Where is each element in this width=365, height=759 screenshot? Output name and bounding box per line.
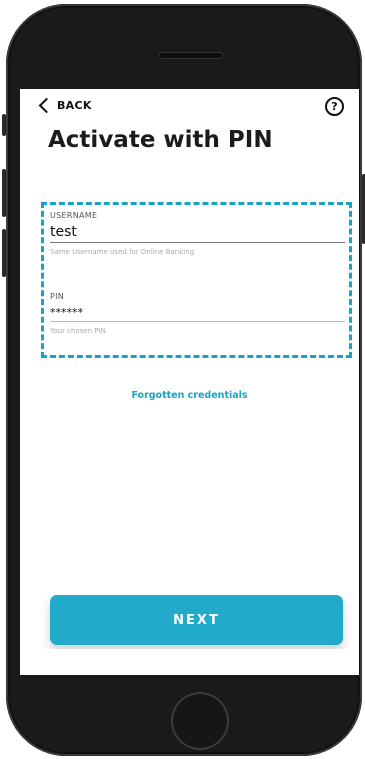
back-button[interactable]: BACK [38,97,92,114]
speaker-grille [159,52,223,59]
pin-hint: Your chosen PIN [50,326,106,335]
pin-label: PIN [50,292,65,301]
username-input[interactable] [50,222,345,243]
question-circle-icon[interactable]: ? [325,97,344,116]
pin-input[interactable] [50,304,345,322]
bottom-area [20,649,359,675]
volume-down-button [2,229,6,277]
forgotten-credentials-link[interactable]: Forgotten credentials [20,390,359,401]
username-hint: Same Username used for Online Banking [50,248,195,256]
chevron-left-icon [38,97,55,114]
volume-up-button [2,169,6,217]
username-field-group: USERNAME Same Username used for Online B… [50,211,345,256]
silent-switch [2,114,6,136]
home-button[interactable] [171,692,229,750]
pin-field-group: PIN Your chosen PIN [50,292,345,335]
credentials-form: USERNAME Same Username used for Online B… [41,202,352,358]
next-button[interactable]: NEXT [50,595,343,645]
page-title: Activate with PIN [48,127,273,153]
username-label: USERNAME [50,211,98,220]
app-screen: BACK ? Activate with PIN USERNAME Same U… [20,89,359,675]
back-label: BACK [57,99,92,112]
